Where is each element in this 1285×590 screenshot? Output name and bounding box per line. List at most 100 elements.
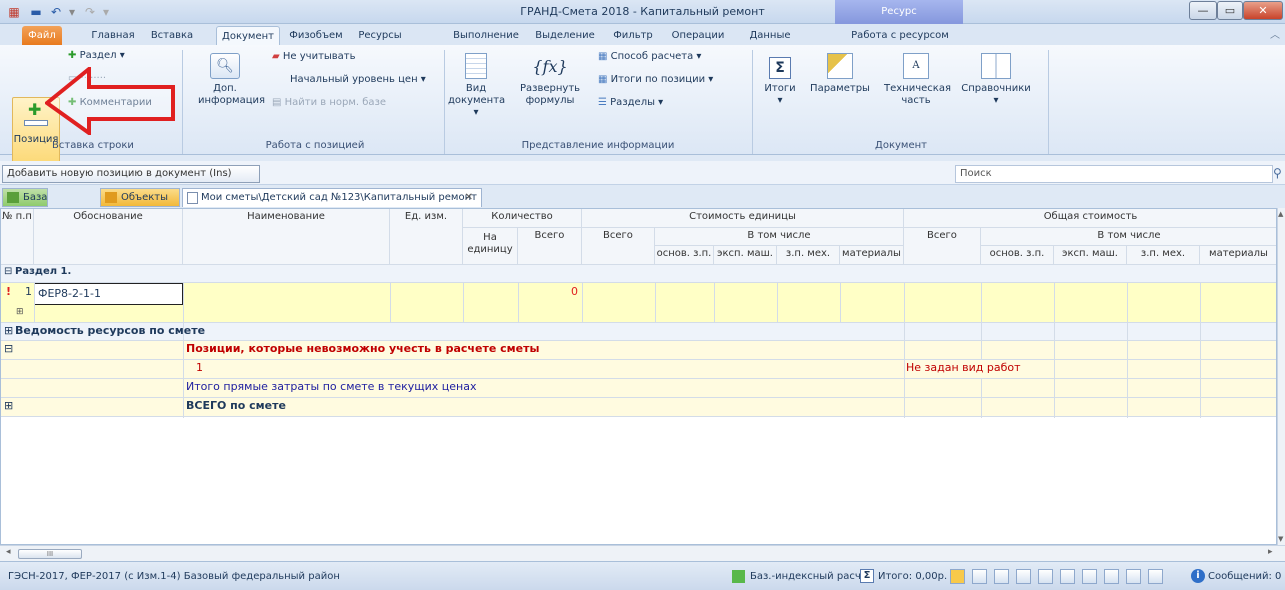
col-header-total-eksp[interactable]: эксп. маш. xyxy=(1054,246,1127,265)
view-mode-icon[interactable] xyxy=(1082,569,1097,584)
section-button[interactable]: ✚ Раздел ▾ xyxy=(68,50,125,61)
col-header-unit-total[interactable]: Всего xyxy=(582,228,655,265)
search-input[interactable]: Поиск xyxy=(955,165,1273,183)
col-header-eksp[interactable]: эксп. маш. xyxy=(714,246,777,265)
view-mode-icon[interactable] xyxy=(950,569,965,584)
col-header-unit[interactable]: Ед. изм. xyxy=(390,209,463,265)
col-header-zpmeh[interactable]: з.п. мех. xyxy=(777,246,840,265)
tab-resources[interactable]: Ресурсы xyxy=(350,26,410,45)
col-header-overall-total[interactable]: Всего xyxy=(904,228,981,265)
tab-home[interactable]: Главная xyxy=(88,26,138,45)
scroll-right-icon[interactable]: ▸ xyxy=(1268,547,1273,557)
totals-button[interactable]: Σ Итоги ▾ xyxy=(760,53,800,107)
separator xyxy=(444,50,445,154)
col-header-total-mat[interactable]: материалы xyxy=(1200,246,1276,265)
col-header-num[interactable]: № п.п xyxy=(1,209,34,265)
close-tab-icon[interactable]: ✕ xyxy=(465,189,473,206)
find-norm-icon: ▤ xyxy=(272,97,282,108)
col-header-mat[interactable]: материалы xyxy=(840,246,904,265)
scroll-left-icon[interactable]: ◂ xyxy=(6,547,11,557)
sigma-icon: Σ xyxy=(860,569,874,583)
formula-icon: {f𝑥} xyxy=(532,57,568,76)
base-icon xyxy=(7,192,19,203)
view-mode-icon[interactable] xyxy=(994,569,1009,584)
sections-dropdown[interactable]: ☰ Разделы ▾ xyxy=(598,97,663,108)
separator xyxy=(182,50,183,154)
horizontal-scrollbar[interactable]: ◂ III ▸ xyxy=(0,545,1285,561)
context-tab-resource: Ресурс xyxy=(835,0,963,24)
scroll-thumb[interactable]: III xyxy=(18,549,82,559)
col-header-total-osn[interactable]: основ. з.п. xyxy=(981,246,1054,265)
col-header-basis[interactable]: Обоснование xyxy=(34,209,183,265)
maximize-button[interactable]: ▭ xyxy=(1217,1,1243,20)
document-icon xyxy=(187,192,198,204)
parameters-button[interactable]: Параметры xyxy=(808,53,872,95)
col-header-qty[interactable]: Количество xyxy=(463,209,582,228)
col-header-overall-incl[interactable]: В том числе xyxy=(981,228,1276,246)
dont-count-button[interactable]: ▰ Не учитывать xyxy=(272,51,356,62)
calc-mode-status[interactable]: Баз.-индексный расчет xyxy=(750,571,873,582)
technical-part-button[interactable]: A Техническая часть xyxy=(884,53,951,107)
sections-icon: ☰ xyxy=(598,97,607,108)
col-header-qty-per[interactable]: На единицу xyxy=(463,228,518,265)
totals-by-position-dropdown[interactable]: ▦ Итоги по позиции ▾ xyxy=(598,74,713,85)
scroll-down-icon[interactable]: ▼ xyxy=(1278,535,1283,543)
view-document-button[interactable]: Вид документа ▾ xyxy=(448,53,505,119)
col-header-qty-total[interactable]: Всего xyxy=(518,228,582,265)
view-mode-icon[interactable] xyxy=(1148,569,1163,584)
parameters-icon xyxy=(827,53,853,79)
grid-lines xyxy=(34,283,1201,418)
estimate-grid: № п.п Обоснование Наименование Ед. изм. … xyxy=(0,208,1277,545)
tab-execution[interactable]: Выполнение xyxy=(448,26,524,45)
col-header-incl[interactable]: В том числе xyxy=(655,228,904,246)
col-header-unit-cost[interactable]: Стоимость единицы xyxy=(582,209,904,228)
view-mode-icon[interactable] xyxy=(1126,569,1141,584)
price-level-dropdown[interactable]: Начальный уровень цен ▾ xyxy=(290,74,426,85)
tab-physvolume[interactable]: Физобъем xyxy=(286,26,346,45)
tab-objects[interactable]: Объекты xyxy=(100,188,180,207)
tab-work-with-resource[interactable]: Работа с ресурсом xyxy=(842,26,958,45)
messages-status[interactable]: Сообщений: 0 xyxy=(1208,571,1281,582)
tab-base[interactable]: База xyxy=(2,188,48,207)
expand-formulas-button[interactable]: {f𝑥} Развернуть формулы xyxy=(520,53,580,107)
tab-selection[interactable]: Выделение xyxy=(530,26,600,45)
dont-count-icon: ▰ xyxy=(272,51,280,62)
group-work-with-position: Работа с позицией xyxy=(265,140,365,151)
view-mode-icon[interactable] xyxy=(1104,569,1119,584)
calc-mode-icon xyxy=(732,570,745,583)
calc-method-dropdown[interactable]: ▦ Способ расчета ▾ xyxy=(598,51,701,62)
view-mode-icon[interactable] xyxy=(1060,569,1075,584)
view-mode-icon[interactable] xyxy=(1016,569,1031,584)
col-header-total-zpmeh[interactable]: з.п. мех. xyxy=(1127,246,1200,265)
find-norm-button: ▤ Найти в норм. базе xyxy=(272,97,387,108)
tab-file[interactable]: Файл xyxy=(22,26,62,45)
ribbon-tabs: Файл Главная Вставка Документ Физобъем Р… xyxy=(0,24,1285,45)
references-button[interactable]: Справочники ▾ xyxy=(956,53,1036,107)
tooltip: Добавить новую позицию в документ (Ins) xyxy=(2,165,260,183)
highlight-arrow xyxy=(45,67,175,135)
vertical-scrollbar[interactable]: ▲ ▼ xyxy=(1277,208,1285,545)
norm-base-status[interactable]: ГЭСН-2017, ФЕР-2017 (с Изм.1-4) Базовый … xyxy=(8,571,340,582)
close-button[interactable]: ✕ xyxy=(1243,1,1283,20)
view-mode-icon[interactable] xyxy=(1038,569,1053,584)
ribbon: ✚ Позиция ✚ Раздел ▾ ▭ ········ ✚ Коммен… xyxy=(0,45,1285,173)
totals-position-icon: ▦ xyxy=(598,74,608,85)
tab-data[interactable]: Данные xyxy=(745,26,795,45)
search-icon[interactable]: ⚲ xyxy=(1273,166,1282,180)
col-header-total-cost[interactable]: Общая стоимость xyxy=(904,209,1276,228)
col-header-osn[interactable]: основ. з.п. xyxy=(655,246,714,265)
tab-current-estimate[interactable]: Мои сметы\Детский сад №123\Капитальный р… xyxy=(182,188,482,207)
minimize-button[interactable]: — xyxy=(1189,1,1217,20)
tab-operations[interactable]: Операции xyxy=(664,26,732,45)
total-status[interactable]: Итого: 0,00р. xyxy=(878,571,947,582)
collapse-ribbon-icon[interactable]: ︿ xyxy=(1268,26,1282,45)
group-document: Документ xyxy=(875,140,927,151)
add-position-icon: ✚ xyxy=(28,100,42,119)
tab-document[interactable]: Документ xyxy=(216,26,280,45)
extra-info-button[interactable]: 🔍︎ Доп. информация xyxy=(198,53,265,107)
tab-insert[interactable]: Вставка xyxy=(147,26,197,45)
view-mode-icon[interactable] xyxy=(972,569,987,584)
scroll-up-icon[interactable]: ▲ xyxy=(1278,210,1283,218)
col-header-name[interactable]: Наименование xyxy=(183,209,390,265)
tab-filter[interactable]: Фильтр xyxy=(608,26,658,45)
